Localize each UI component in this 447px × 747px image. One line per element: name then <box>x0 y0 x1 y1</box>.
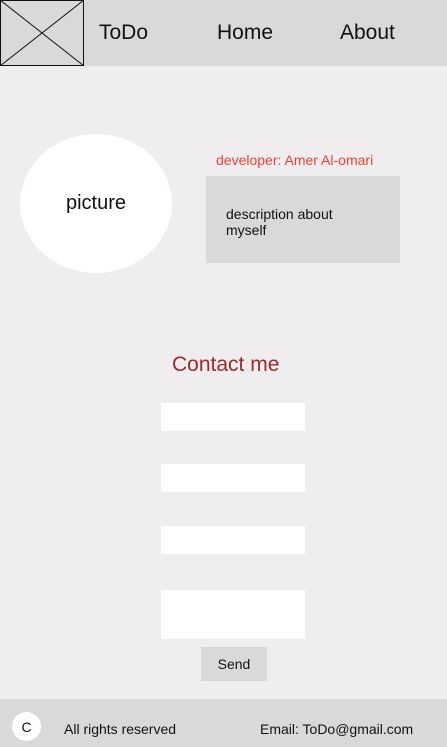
contact-field-2[interactable] <box>161 464 305 492</box>
copyright-symbol: C <box>21 718 32 735</box>
copyright-icon: C <box>12 712 41 741</box>
nav-link-home[interactable]: Home <box>217 20 273 46</box>
contact-field-1[interactable] <box>161 403 305 431</box>
developer-name: developer: Amer Al-omari <box>216 152 374 168</box>
picture-label: picture <box>65 192 127 214</box>
contact-title: Contact me <box>172 353 280 376</box>
send-button[interactable]: Send <box>201 647 267 681</box>
description-text: description about myself <box>226 206 333 238</box>
navbar: ToDo Home About <box>0 0 447 66</box>
profile-picture-placeholder: picture <box>20 134 172 273</box>
nav-link-about[interactable]: About <box>340 20 395 46</box>
contact-message-field[interactable] <box>161 590 305 639</box>
footer: C All rights reserved Email: ToDo@gmail.… <box>0 699 447 747</box>
rights-text: All rights reserved <box>64 721 177 737</box>
nav-brand-todo[interactable]: ToDo <box>99 20 148 46</box>
image-placeholder-icon[interactable] <box>0 0 84 66</box>
contact-field-3[interactable] <box>161 526 305 554</box>
email-text: Email: ToDo@gmail.com <box>260 721 414 737</box>
description-box: description about myself <box>206 176 400 263</box>
